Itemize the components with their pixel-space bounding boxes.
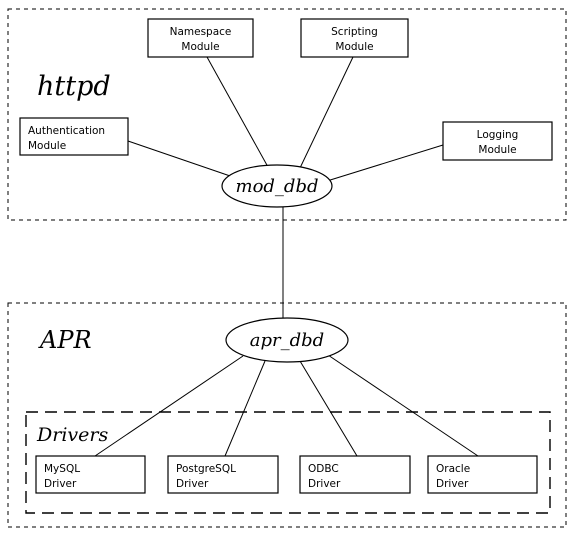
node-authentication-module[interactable]: Authentication Module [19,117,129,156]
node-label-mysql-driver-line-0: MySQL [44,463,80,475]
node-label-authentication-module-line-0: Authentication [28,125,105,137]
diagram-canvas: NamespaceModuleScriptingModuleAuthentica… [7,8,567,528]
node-label-mysql-driver-line-1: Driver [44,478,77,490]
edge-namespace-moddbd [206,56,269,168]
node-postgresql-driver[interactable]: PostgreSQL Driver [167,455,279,494]
node-label-namespace-module-line-1: Module [181,41,219,53]
hub-ellipses-layer: mod_dbd apr_dbd [221,164,349,363]
node-oracle-driver[interactable]: Oracle Driver [427,455,538,494]
node-logging-module[interactable]: Logging Module [442,121,553,161]
node-label-logging-module-line-1: Module [478,144,516,156]
node-label-namespace-module-line-0: Namespace [170,26,232,38]
node-label-logging-module-line-0: Logging [477,129,519,141]
connector-lines-layer [94,56,479,457]
node-label-odbc-driver-line-1: Driver [308,478,341,490]
edge-scripting-moddbd [299,56,354,169]
node-label-postgresql-driver-line-0: PostgreSQL [176,463,236,475]
architecture-diagram: Namespace Module Scripting Module Authentica… [0,0,576,539]
hub-mod_dbd[interactable]: mod_dbd [221,164,333,208]
edge-aprdbd-postgresql [224,360,266,457]
node-label-postgresql-driver-line-1: Driver [176,478,209,490]
hub-label-mod_dbd: mod_dbd [236,176,319,197]
group-label-apr: APR [38,326,92,354]
node-label-authentication-module-line-1: Module [28,140,66,152]
group-label-drivers: Drivers [36,424,108,446]
node-namespace-module[interactable]: Namespace Module [147,18,254,58]
node-label-scripting-module-line-1: Module [335,41,373,53]
edge-aprdbd-mysql [94,355,244,457]
node-label-scripting-module-line-0: Scripting [331,26,378,38]
node-odbc-driver[interactable]: ODBC Driver [299,455,411,494]
node-scripting-module[interactable]: Scripting Module [300,18,409,58]
edge-authentication-moddbd [127,140,237,179]
node-label-odbc-driver-line-0: ODBC [308,463,339,475]
hub-label-apr_dbd: apr_dbd [250,330,324,351]
edge-logging-moddbd [326,144,444,182]
edge-aprdbd-odbc [299,360,358,457]
node-label-oracle-driver-line-0: Oracle [436,463,470,475]
node-mysql-driver[interactable]: MySQL Driver [35,455,146,494]
node-label-oracle-driver-line-1: Driver [436,478,469,490]
hub-apr_dbd[interactable]: apr_dbd [225,317,349,363]
group-label-httpd: httpd [37,71,111,102]
